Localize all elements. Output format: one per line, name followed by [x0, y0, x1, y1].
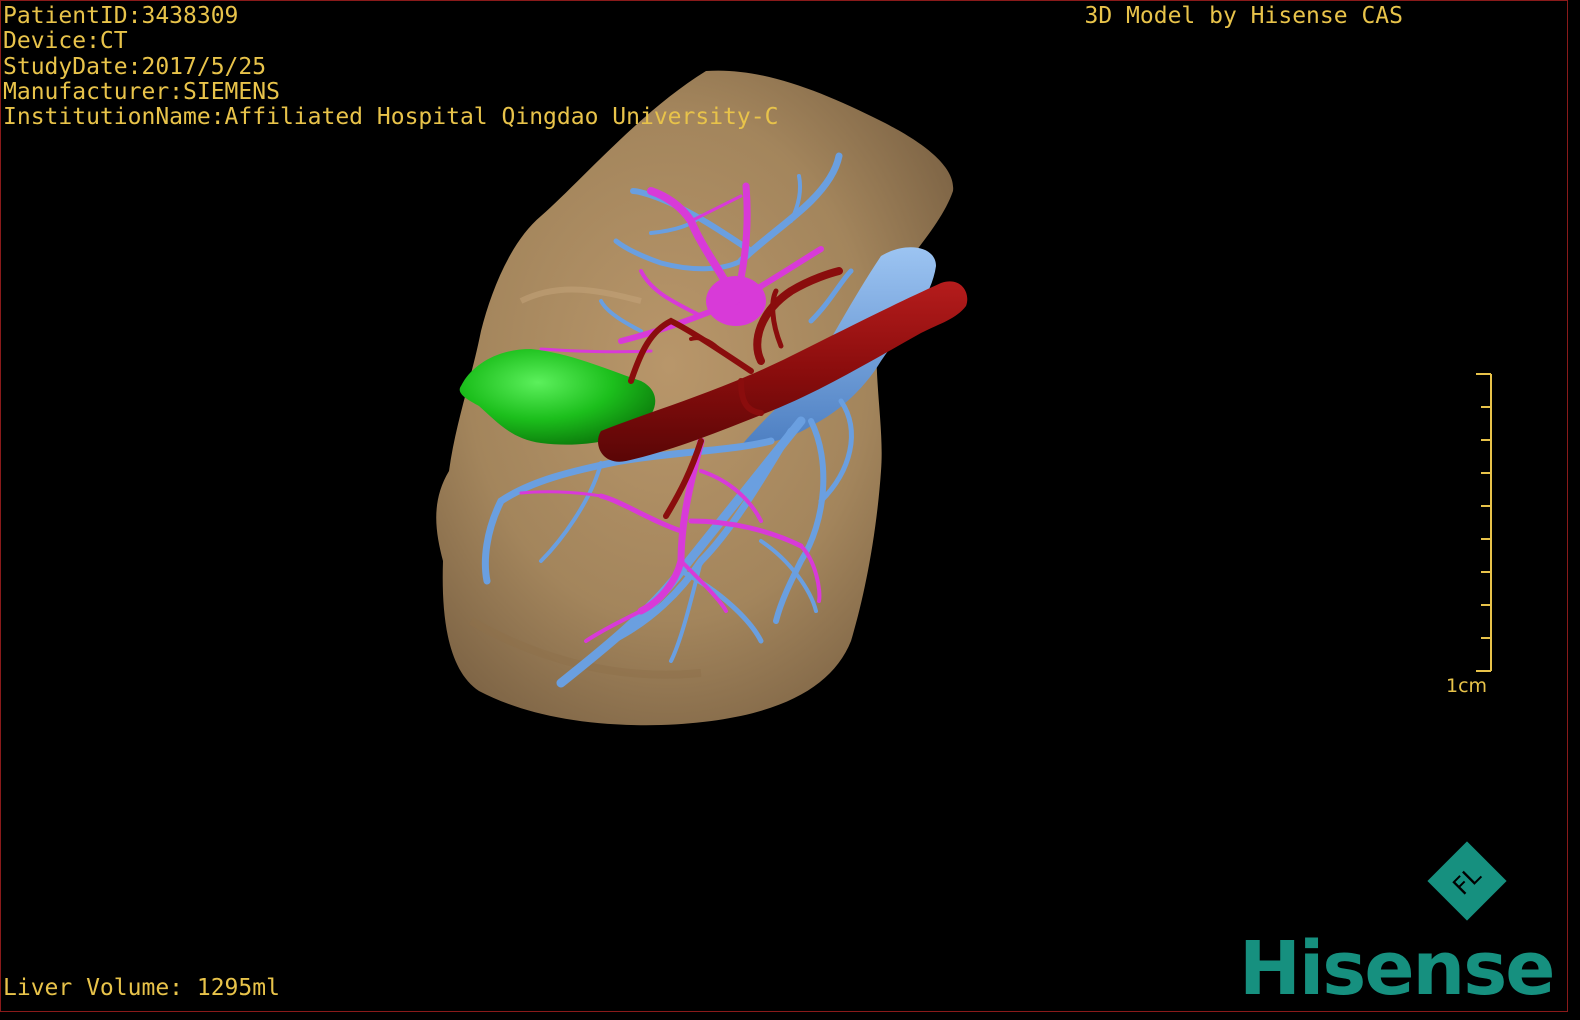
liver-volume-label: Liver Volume: 1295ml	[3, 975, 280, 1001]
patient-id-label: PatientID:3438309	[3, 3, 239, 29]
hisense-logo: Hisense	[1239, 926, 1555, 1012]
fl-logo-icon: FL	[1427, 841, 1507, 921]
3d-liver-model-viewport[interactable]	[1, 1, 1568, 1012]
3d-viewer-frame[interactable]: PatientID:3438309 Device:CT StudyDate:20…	[0, 0, 1568, 1012]
device-label: Device:CT	[3, 28, 128, 55]
scale-bar	[1476, 373, 1492, 672]
manufacturer-label: Manufacturer:SIEMENS	[3, 78, 280, 105]
study-date-label: StudyDate:2017/5/25	[3, 53, 267, 80]
model-credit-label: 3D Model by Hisense CAS	[1084, 3, 1404, 29]
patient-info-block: PatientID:3438309 Device:CT StudyDate:20…	[3, 3, 779, 131]
institution-label: InstitutionName:Affiliated Hospital Qing…	[3, 104, 779, 131]
scale-bar-label: 1cm	[1446, 675, 1488, 697]
